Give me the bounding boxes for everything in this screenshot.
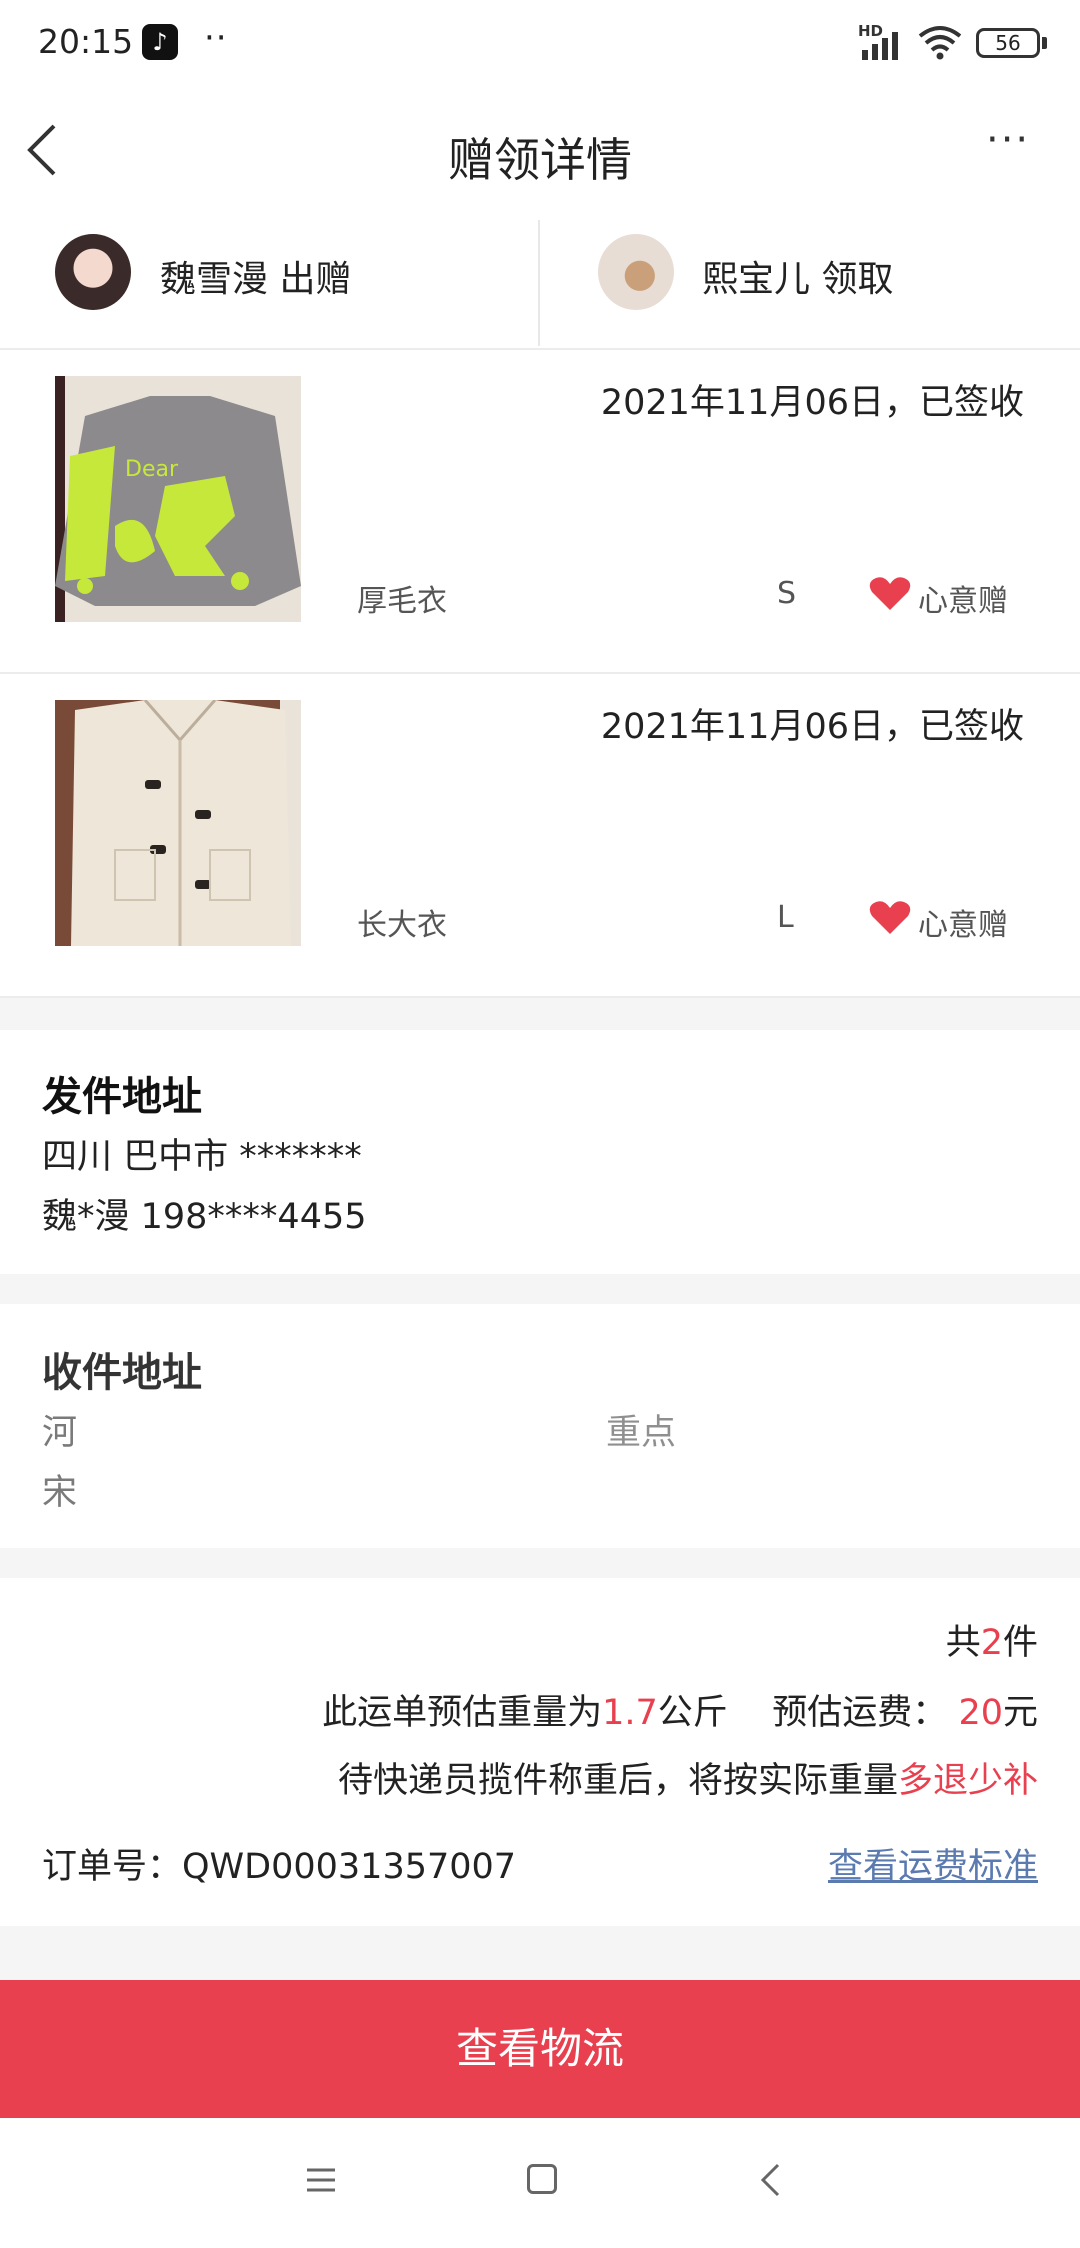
- battery-tip: [1042, 37, 1047, 49]
- sender-address-title: 发件地址: [42, 1074, 202, 1120]
- item-tag: 心意赠: [918, 908, 1008, 943]
- battery-indicator: 56: [976, 28, 1040, 58]
- heart-icon: [869, 901, 911, 934]
- signal-icon: [862, 32, 898, 60]
- view-logistics-button[interactable]: 查看物流: [0, 1980, 1080, 2118]
- tiktok-icon: ♪: [142, 24, 178, 60]
- receiver-address-line1-tail: 重点: [606, 1413, 677, 1453]
- receiver-label[interactable]: 熙宝儿 领取: [702, 250, 893, 302]
- back-icon[interactable]: [758, 2162, 782, 2198]
- sweater-image: Dear: [55, 376, 301, 622]
- heart-icon: [869, 577, 911, 610]
- section-gap: [0, 998, 1080, 1030]
- receiver-address-line1: 河: [42, 1413, 78, 1453]
- home-icon[interactable]: [527, 2164, 557, 2194]
- item-name: 厚毛衣: [357, 584, 447, 619]
- status-more-dots: ··: [204, 18, 228, 58]
- wifi-icon: [918, 26, 962, 60]
- sender-address-region: 四川 巴中市 *******: [42, 1137, 362, 1177]
- item-tag: 心意赠: [918, 584, 1008, 619]
- receiver-address-title: 收件地址: [42, 1350, 202, 1396]
- item-date-status: 2021年11月06日，已签收: [600, 707, 1024, 747]
- giver-label[interactable]: 魏雪漫 出赠: [160, 250, 351, 302]
- receiver-avatar[interactable]: [598, 234, 674, 310]
- item-size: L: [777, 900, 794, 935]
- giver-avatar[interactable]: [55, 234, 131, 310]
- section-gap: [0, 1548, 1080, 1578]
- svg-text:Dear: Dear: [125, 457, 179, 482]
- page-title: 赠领详情: [448, 133, 632, 187]
- weight-fee-line: 此运单预估重量为1.7公斤 预估运费： 20元: [322, 1693, 1038, 1733]
- item-count: 共2件: [945, 1623, 1038, 1663]
- coat-image: [55, 700, 301, 946]
- fee-standard-link[interactable]: 查看运费标准: [828, 1838, 1038, 1889]
- sender-address-contact: 魏*漫 198****4455: [42, 1197, 367, 1237]
- settlement-note: 待快递员揽件称重后，将按实际重量多退少补: [337, 1761, 1038, 1801]
- item-size: S: [777, 576, 797, 611]
- more-horizontal-icon[interactable]: ···: [986, 120, 1046, 160]
- status-time: 20:15: [38, 22, 134, 61]
- participants-divider: [538, 220, 540, 346]
- item-date-status: 2021年11月06日，已签收: [600, 383, 1024, 423]
- order-number: 订单号：QWD00031357007: [42, 1847, 517, 1887]
- receiver-address-line2: 宋: [42, 1473, 78, 1513]
- section-gap: [0, 1926, 1080, 1980]
- menu-icon[interactable]: [305, 2164, 337, 2196]
- chevron-left-icon[interactable]: [22, 120, 62, 180]
- item-name: 长大衣: [357, 908, 447, 943]
- section-gap: [0, 1274, 1080, 1304]
